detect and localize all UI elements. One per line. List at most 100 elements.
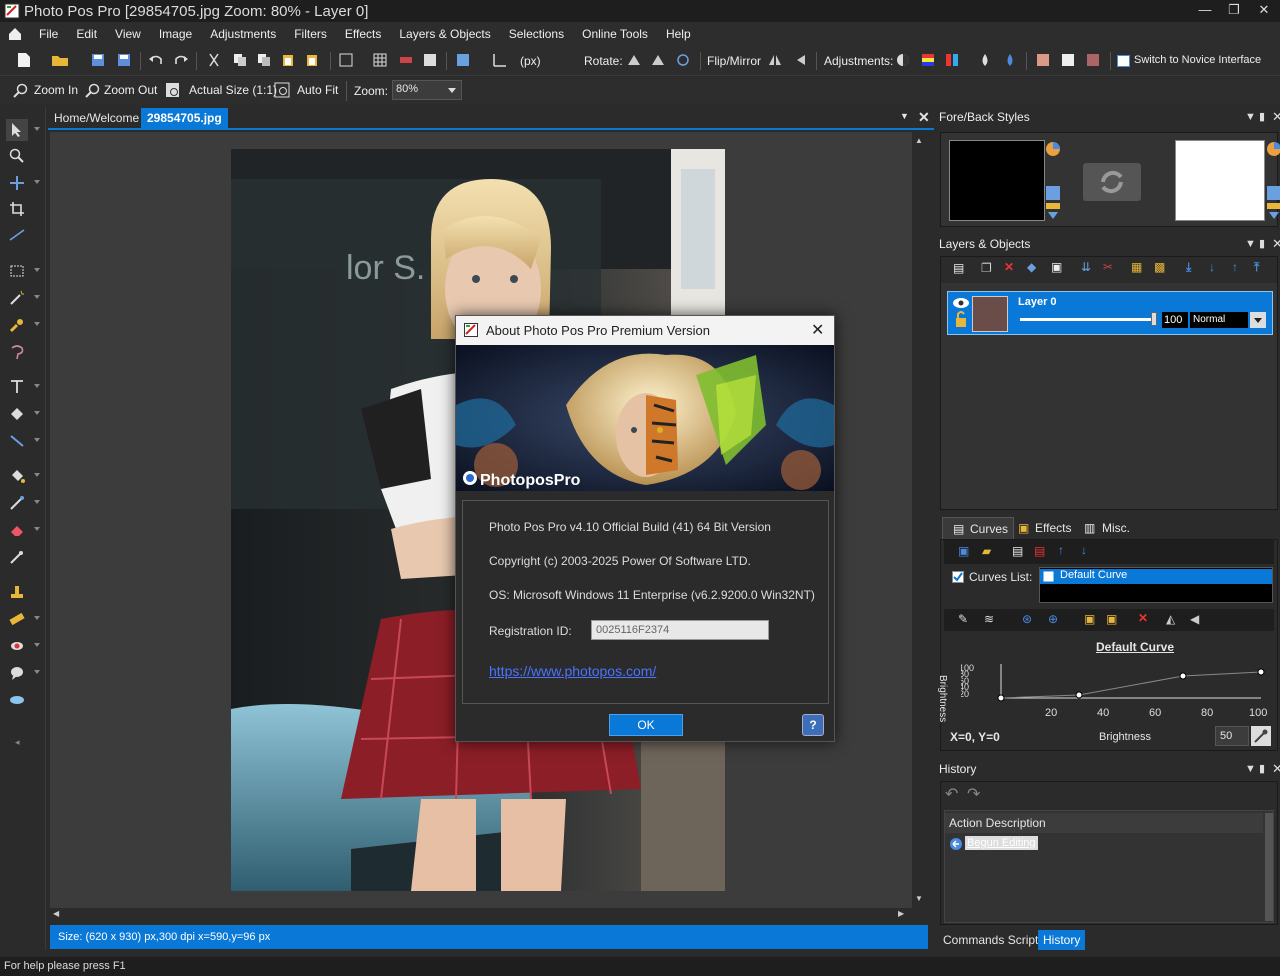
panel-close-icon[interactable]: ✕ — [1272, 107, 1280, 127]
clone-stamp-tool-icon[interactable] — [6, 581, 28, 603]
curve-export-icon[interactable]: ▣ — [1106, 612, 1117, 626]
crop-tool-icon[interactable] — [6, 198, 28, 220]
photo-filter-icon-3[interactable] — [1083, 50, 1103, 70]
copy-merged-icon[interactable] — [254, 50, 274, 70]
curve-presets-icon[interactable]: ≋ — [984, 612, 994, 626]
history-pin-icon[interactable]: ▮ — [1259, 759, 1265, 779]
menu-view[interactable]: View — [106, 27, 150, 41]
lasso-tool-icon[interactable] — [6, 341, 28, 363]
curve-eyedropper-button[interactable] — [1251, 726, 1271, 746]
delete-layer-icon[interactable]: ✕ — [1004, 260, 1014, 274]
auto-fit-button[interactable]: Auto Fit — [297, 83, 338, 97]
group-icon[interactable]: ▦ — [1131, 260, 1142, 274]
menu-effects[interactable]: Effects — [336, 27, 390, 41]
fill-tool-icon[interactable] — [6, 465, 40, 487]
move-down-icon[interactable]: ↓ — [1209, 260, 1215, 274]
save-curve-icon[interactable]: ▣ — [958, 544, 969, 558]
layers-close-icon[interactable]: ✕ — [1272, 234, 1280, 254]
scroll-right-icon[interactable]: ▶ — [898, 909, 904, 918]
curve-list-item[interactable]: Default Curve — [1040, 569, 1272, 584]
zoom-in-icon[interactable] — [12, 83, 30, 99]
rotate-left-icon[interactable] — [624, 50, 644, 70]
move-tool-icon[interactable] — [6, 119, 40, 141]
smart-select-tool-icon[interactable] — [6, 314, 40, 336]
flatten-icon[interactable]: ✂ — [1103, 260, 1113, 274]
save-all-icon[interactable] — [114, 50, 134, 70]
measure-icon[interactable] — [490, 50, 510, 70]
scroll-left-icon[interactable]: ◀ — [53, 909, 59, 918]
curve-flip-h-icon[interactable]: ◭ — [1166, 612, 1175, 626]
save-icon[interactable] — [88, 50, 108, 70]
curve-mode-icon[interactable]: ⊕ — [1048, 612, 1058, 626]
history-item[interactable]: Begun Editing — [965, 836, 1038, 850]
paste-new-icon[interactable] — [302, 50, 322, 70]
flip-vertical-icon[interactable] — [790, 50, 810, 70]
curve-pen-icon[interactable]: ✎ — [958, 612, 968, 626]
text-tool-icon[interactable] — [6, 376, 40, 398]
scroll-down-icon[interactable]: ▼ — [915, 894, 923, 903]
ungroup-icon[interactable]: ▩ — [1154, 260, 1165, 274]
maximize-button[interactable]: ❐ — [1219, 0, 1249, 22]
menu-filters[interactable]: Filters — [285, 27, 336, 41]
close-tab-icon[interactable]: ✕ — [918, 109, 930, 126]
tab-effects[interactable]: ▣ Effects — [1016, 517, 1086, 539]
curves-list[interactable]: Default Curve — [1039, 567, 1273, 603]
paste-icon[interactable] — [278, 50, 298, 70]
layer-props-icon[interactable]: ◆ — [1027, 260, 1036, 274]
brush-tool-icon[interactable] — [6, 492, 40, 514]
zoom-select[interactable]: 80% — [392, 80, 462, 100]
blend-mode-select[interactable]: Normal — [1190, 312, 1248, 328]
visibility-lock-icons[interactable] — [952, 296, 970, 330]
curve-graph[interactable]: 100 80 60 40 20 20 40 60 80 100 — [961, 658, 1273, 720]
curve-value-input[interactable]: 50 — [1215, 726, 1249, 746]
novice-interface-icon[interactable] — [1117, 55, 1130, 67]
guides-icon[interactable] — [420, 50, 440, 70]
tab-home-welcome[interactable]: Home/Welcome — [48, 108, 145, 128]
panel-menu-chevron-icon[interactable]: ▼ — [1245, 107, 1256, 127]
fore-options-icon[interactable] — [1045, 185, 1061, 221]
magic-wand-tool-icon[interactable] — [6, 287, 40, 309]
menu-image[interactable]: Image — [150, 27, 201, 41]
new-layer-icon[interactable]: ▤ — [953, 261, 964, 275]
tab-commands-script[interactable]: Commands Script — [939, 932, 1042, 948]
history-menu-chevron-icon[interactable]: ▼ — [1245, 759, 1256, 779]
load-curve-icon[interactable]: ▰ — [982, 544, 991, 558]
help-button[interactable]: ? — [802, 714, 824, 736]
eyedropper-tool-icon[interactable] — [6, 546, 28, 568]
layers-pin-icon[interactable]: ▮ — [1259, 234, 1265, 254]
curve-up-icon[interactable]: ↑ — [1058, 543, 1064, 557]
copy-icon[interactable] — [230, 50, 250, 70]
menu-adjustments[interactable]: Adjustments — [201, 27, 285, 41]
levels-icon[interactable] — [942, 50, 962, 70]
curve-down-icon[interactable]: ↓ — [1081, 543, 1087, 557]
move-bottom-icon[interactable]: ⤓ — [1186, 260, 1191, 275]
tab-history[interactable]: History — [1038, 930, 1086, 950]
curve-item-checkbox[interactable] — [1043, 571, 1054, 582]
opacity-slider[interactable] — [1020, 318, 1155, 321]
speech-bubble-tool-icon[interactable] — [6, 662, 40, 684]
red-eye-tool-icon[interactable] — [6, 635, 40, 657]
redo-icon[interactable] — [171, 50, 191, 70]
open-folder-icon[interactable] — [50, 50, 70, 70]
layers-menu-chevron-icon[interactable]: ▼ — [1245, 234, 1256, 254]
color-balance-icon[interactable] — [918, 50, 938, 70]
auto-fit-icon[interactable] — [274, 82, 290, 98]
line-tool-icon[interactable] — [6, 430, 40, 452]
panel-pin-icon[interactable]: ▮ — [1259, 107, 1265, 127]
dialog-close-icon[interactable]: ✕ — [811, 316, 824, 345]
cloud-tool-icon[interactable] — [6, 688, 28, 710]
actual-size-button[interactable]: Actual Size (1:1) — [189, 83, 277, 97]
menu-help[interactable]: Help — [657, 27, 700, 41]
opacity-slider-thumb[interactable] — [1151, 312, 1157, 326]
menu-online-tools[interactable]: Online Tools — [573, 27, 657, 41]
swap-colors-button[interactable] — [1083, 163, 1141, 201]
delete-curve-icon[interactable]: ▤ — [1034, 544, 1045, 558]
move-up-icon[interactable]: ↑ — [1232, 260, 1238, 274]
image-size-icon[interactable] — [453, 50, 473, 70]
curve-point[interactable] — [1179, 672, 1187, 680]
curves-list-checkbox[interactable] — [952, 571, 964, 583]
duplicate-layer-icon[interactable]: ❐ — [981, 261, 992, 275]
healing-tool-icon[interactable] — [6, 608, 40, 630]
straighten-tool-icon[interactable] — [6, 224, 28, 246]
menu-edit[interactable]: Edit — [67, 27, 106, 41]
